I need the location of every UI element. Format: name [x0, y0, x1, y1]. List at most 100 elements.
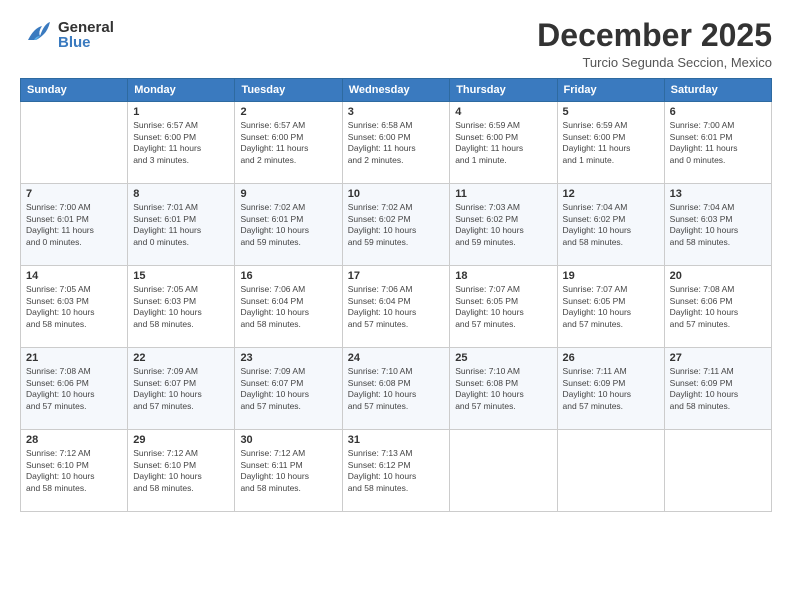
week-row-4: 21Sunrise: 7:08 AMSunset: 6:06 PMDayligh… [21, 348, 772, 430]
day-number: 3 [348, 106, 445, 118]
day-cell [450, 430, 557, 512]
day-cell: 26 Sunrise: 7:11 AMSunset: 6:09 PMDayligh… [557, 348, 664, 430]
day-info: Sunrise: 7:11 AMSunset: 6:09 PMDaylight:… [670, 366, 766, 412]
day-info: Sunrise: 7:06 AMSunset: 6:04 PMDaylight:… [240, 284, 336, 330]
header-row: SundayMondayTuesdayWednesdayThursdayFrid… [21, 79, 772, 102]
day-cell: 20Sunrise: 7:08 AMSunset: 6:06 PMDayligh… [664, 266, 771, 348]
day-cell: 28 Sunrise: 7:12 AMSunset: 6:10 PMDayligh… [21, 430, 128, 512]
day-info: Sunrise: 7:12 AMSunset: 6:10 PMDaylight:… [133, 448, 229, 494]
title-block: December 2025 Turcio Segunda Seccion, Me… [537, 18, 772, 70]
day-header-saturday: Saturday [664, 79, 771, 102]
day-info: Sunrise: 7:10 AMSunset: 6:08 PMDaylight:… [455, 366, 551, 412]
day-number: 1 [133, 106, 229, 118]
day-number: 14 [26, 270, 122, 282]
day-cell: 8 Sunrise: 7:01 AMSunset: 6:01 PMDaylight… [128, 184, 235, 266]
day-number: 7 [26, 188, 122, 200]
day-info: Sunrise: 7:12 AMSunset: 6:10 PMDaylight:… [26, 448, 122, 494]
day-cell: 3Sunrise: 6:58 AMSunset: 6:00 PMDaylight… [342, 102, 450, 184]
day-cell: 16Sunrise: 7:06 AMSunset: 6:04 PMDayligh… [235, 266, 342, 348]
day-number: 8 [133, 188, 229, 200]
day-cell: 9Sunrise: 7:02 AMSunset: 6:01 PMDaylight… [235, 184, 342, 266]
day-number: 4 [455, 106, 551, 118]
day-info: Sunrise: 6:59 AMSunset: 6:00 PMDaylight:… [455, 120, 551, 166]
day-info: Sunrise: 7:11 AMSunset: 6:09 PMDaylight:… [563, 366, 659, 412]
day-cell [21, 102, 128, 184]
day-number: 25 [455, 352, 551, 364]
day-cell: 4 Sunrise: 6:59 AMSunset: 6:00 PMDaylight… [450, 102, 557, 184]
day-cell: 30 Sunrise: 7:12 AMSunset: 6:11 PMDayligh… [235, 430, 342, 512]
day-info: Sunrise: 7:04 AMSunset: 6:02 PMDaylight:… [563, 202, 659, 248]
day-number: 5 [563, 106, 659, 118]
day-info: Sunrise: 7:01 AMSunset: 6:01 PMDaylight:… [133, 202, 229, 248]
day-info: Sunrise: 7:02 AMSunset: 6:02 PMDaylight:… [348, 202, 445, 248]
day-number: 21 [26, 352, 122, 364]
day-cell: 10 Sunrise: 7:02 AMSunset: 6:02 PMDayligh… [342, 184, 450, 266]
logo-icon [20, 18, 54, 52]
day-cell: 2 Sunrise: 6:57 AMSunset: 6:00 PMDaylight… [235, 102, 342, 184]
day-info: Sunrise: 7:09 AMSunset: 6:07 PMDaylight:… [133, 366, 229, 412]
day-info: Sunrise: 7:05 AMSunset: 6:03 PMDaylight:… [26, 284, 122, 330]
day-number: 31 [348, 434, 445, 446]
day-cell: 14 Sunrise: 7:05 AMSunset: 6:03 PMDayligh… [21, 266, 128, 348]
day-cell: 27 Sunrise: 7:11 AMSunset: 6:09 PMDayligh… [664, 348, 771, 430]
day-info: Sunrise: 6:59 AMSunset: 6:00 PMDaylight:… [563, 120, 659, 166]
day-header-tuesday: Tuesday [235, 79, 342, 102]
day-info: Sunrise: 6:57 AMSunset: 6:00 PMDaylight:… [240, 120, 336, 166]
week-row-2: 7 Sunrise: 7:00 AMSunset: 6:01 PMDaylight… [21, 184, 772, 266]
header: General Blue December 2025 Turcio Segund… [20, 18, 772, 70]
day-number: 18 [455, 270, 551, 282]
day-header-sunday: Sunday [21, 79, 128, 102]
calendar-header: SundayMondayTuesdayWednesdayThursdayFrid… [21, 79, 772, 102]
day-info: Sunrise: 7:04 AMSunset: 6:03 PMDaylight:… [670, 202, 766, 248]
page: General Blue December 2025 Turcio Segund… [0, 0, 792, 612]
day-cell: 5 Sunrise: 6:59 AMSunset: 6:00 PMDaylight… [557, 102, 664, 184]
day-info: Sunrise: 7:07 AMSunset: 6:05 PMDaylight:… [563, 284, 659, 330]
day-cell: 25 Sunrise: 7:10 AMSunset: 6:08 PMDayligh… [450, 348, 557, 430]
day-cell: 21Sunrise: 7:08 AMSunset: 6:06 PMDayligh… [21, 348, 128, 430]
day-header-friday: Friday [557, 79, 664, 102]
day-info: Sunrise: 7:12 AMSunset: 6:11 PMDaylight:… [240, 448, 336, 494]
day-number: 17 [348, 270, 445, 282]
day-info: Sunrise: 7:05 AMSunset: 6:03 PMDaylight:… [133, 284, 229, 330]
location: Turcio Segunda Seccion, Mexico [537, 55, 772, 70]
day-info: Sunrise: 7:07 AMSunset: 6:05 PMDaylight:… [455, 284, 551, 330]
day-number: 13 [670, 188, 766, 200]
day-number: 9 [240, 188, 336, 200]
day-cell: 24Sunrise: 7:10 AMSunset: 6:08 PMDayligh… [342, 348, 450, 430]
day-info: Sunrise: 7:09 AMSunset: 6:07 PMDaylight:… [240, 366, 336, 412]
week-row-3: 14 Sunrise: 7:05 AMSunset: 6:03 PMDayligh… [21, 266, 772, 348]
day-number: 23 [240, 352, 336, 364]
day-number: 20 [670, 270, 766, 282]
logo-general-text: General [58, 20, 114, 35]
logo-name: General Blue [58, 20, 114, 50]
day-cell: 17 Sunrise: 7:06 AMSunset: 6:04 PMDayligh… [342, 266, 450, 348]
day-header-wednesday: Wednesday [342, 79, 450, 102]
logo-blue-text: Blue [58, 35, 114, 50]
day-info: Sunrise: 7:00 AMSunset: 6:01 PMDaylight:… [26, 202, 122, 248]
day-info: Sunrise: 7:03 AMSunset: 6:02 PMDaylight:… [455, 202, 551, 248]
day-cell: 22Sunrise: 7:09 AMSunset: 6:07 PMDayligh… [128, 348, 235, 430]
day-header-thursday: Thursday [450, 79, 557, 102]
day-cell: 19Sunrise: 7:07 AMSunset: 6:05 PMDayligh… [557, 266, 664, 348]
day-number: 28 [26, 434, 122, 446]
day-number: 10 [348, 188, 445, 200]
day-cell: 13 Sunrise: 7:04 AMSunset: 6:03 PMDayligh… [664, 184, 771, 266]
day-cell: 29Sunrise: 7:12 AMSunset: 6:10 PMDayligh… [128, 430, 235, 512]
day-number: 6 [670, 106, 766, 118]
day-cell [557, 430, 664, 512]
day-cell: 18 Sunrise: 7:07 AMSunset: 6:05 PMDayligh… [450, 266, 557, 348]
day-info: Sunrise: 7:06 AMSunset: 6:04 PMDaylight:… [348, 284, 445, 330]
day-cell: 12Sunrise: 7:04 AMSunset: 6:02 PMDayligh… [557, 184, 664, 266]
day-number: 11 [455, 188, 551, 200]
day-info: Sunrise: 7:13 AMSunset: 6:12 PMDaylight:… [348, 448, 445, 494]
logo: General Blue [20, 18, 114, 52]
calendar-table: SundayMondayTuesdayWednesdayThursdayFrid… [20, 78, 772, 512]
day-info: Sunrise: 6:57 AMSunset: 6:00 PMDaylight:… [133, 120, 229, 166]
day-header-monday: Monday [128, 79, 235, 102]
day-number: 30 [240, 434, 336, 446]
day-cell: 11 Sunrise: 7:03 AMSunset: 6:02 PMDayligh… [450, 184, 557, 266]
day-number: 26 [563, 352, 659, 364]
day-info: Sunrise: 7:10 AMSunset: 6:08 PMDaylight:… [348, 366, 445, 412]
day-number: 2 [240, 106, 336, 118]
day-number: 27 [670, 352, 766, 364]
